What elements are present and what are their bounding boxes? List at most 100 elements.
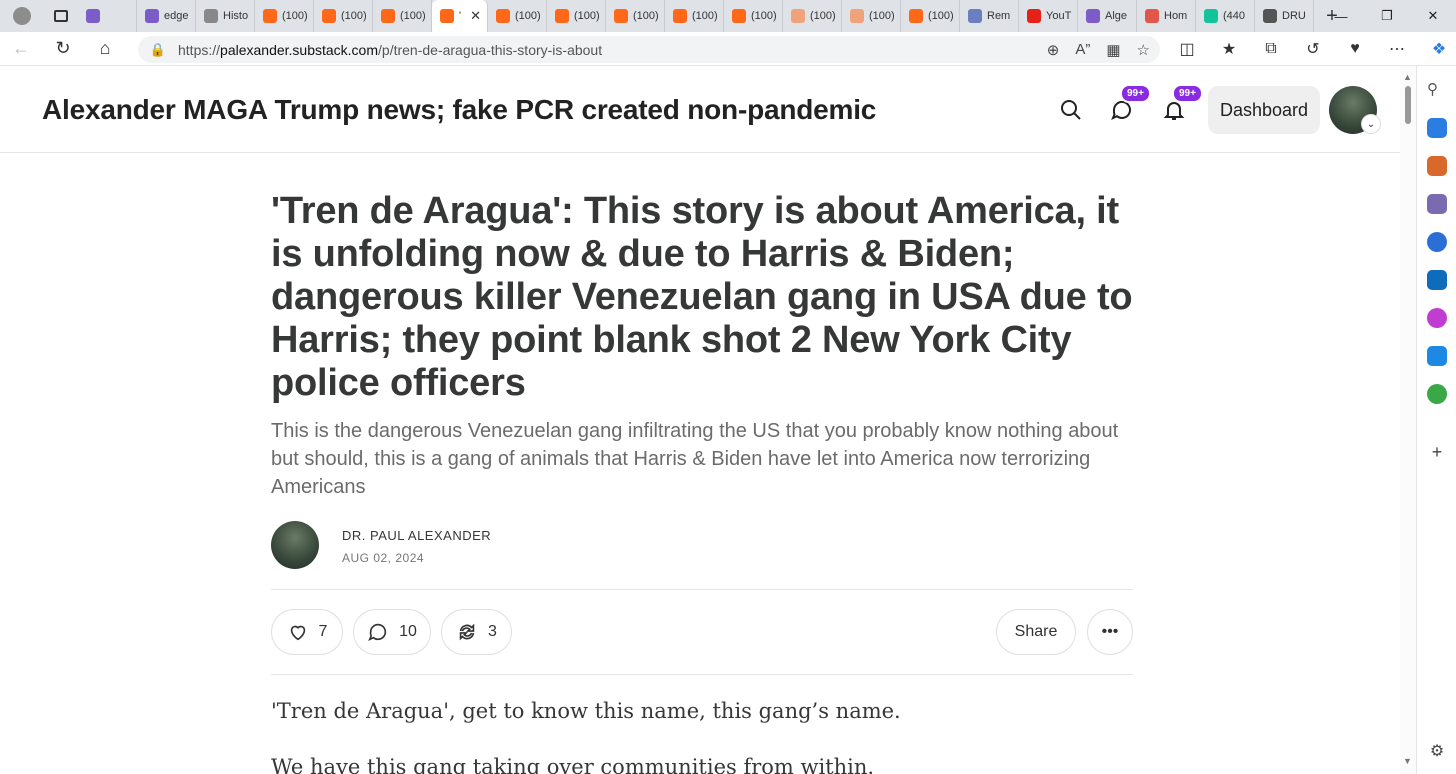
browser-tab[interactable]: (440 [1196, 0, 1255, 32]
outlook-icon[interactable] [1427, 270, 1447, 290]
home-button[interactable]: ⌂ [84, 32, 126, 66]
substack-icon [322, 9, 336, 23]
restack-count: 3 [488, 623, 497, 640]
substack-icon [732, 9, 746, 23]
browser-tab-strip: edge Histo (100) (100) (100) ' ✕ (100) (100) (100… [0, 0, 1456, 32]
scroll-down-icon[interactable]: ▼ [1403, 756, 1412, 766]
games-icon[interactable] [1427, 194, 1447, 214]
notifications-button[interactable]: 99+ [1160, 84, 1203, 124]
browser-tab[interactable]: DRU [1255, 0, 1314, 32]
browser-tab[interactable]: Hom [1137, 0, 1196, 32]
browser-tab[interactable]: (100) [842, 0, 901, 32]
tab-actions-button[interactable] [44, 0, 78, 32]
substack-icon [381, 9, 395, 23]
url-text[interactable]: https://palexander.substack.com/p/tren-d… [178, 42, 602, 58]
browser-tab[interactable]: ' ✕ [432, 0, 488, 32]
tab-label: (100) [692, 10, 718, 22]
yahoo-icon [86, 9, 100, 23]
comment-icon [368, 623, 387, 641]
browser-tab[interactable]: (100) [665, 0, 724, 32]
m365-icon[interactable] [1427, 232, 1447, 252]
tools-icon[interactable] [1427, 156, 1447, 176]
restack-button[interactable]: 3 [441, 609, 512, 655]
browser-tab[interactable]: (100) [901, 0, 960, 32]
designer-icon[interactable] [1427, 308, 1447, 328]
lock-icon[interactable]: 🔒 [138, 42, 178, 58]
search-icon[interactable]: ⚲ [1427, 80, 1447, 100]
substack-icon [614, 9, 628, 23]
split-screen-icon[interactable]: ◫ [1166, 32, 1208, 66]
tab-label: (100) [751, 10, 777, 22]
substack-icon [850, 9, 864, 23]
sidebar-settings-icon[interactable]: ⚙ [1427, 742, 1447, 762]
like-button[interactable]: 7 [271, 609, 343, 655]
tree-icon[interactable] [1427, 384, 1447, 404]
copilot-icon[interactable]: ❖ [1418, 32, 1456, 66]
tab-list: edge Histo (100) (100) (100) ' ✕ (100) (100) (100… [78, 0, 1314, 32]
minimize-button[interactable]: — [1318, 0, 1364, 32]
browser-tab[interactable]: (100) [724, 0, 783, 32]
browser-essentials-icon[interactable]: ♥ [1334, 32, 1376, 66]
comment-count: 10 [399, 623, 417, 640]
tab-label: (100) [928, 10, 954, 22]
zoom-icon[interactable]: ⊕ [1047, 41, 1060, 59]
browser-tab[interactable]: (100) [314, 0, 373, 32]
tab-label: (100) [400, 10, 426, 22]
address-bar[interactable]: 🔒 https://palexander.substack.com/p/tren… [138, 36, 1160, 63]
search-icon [1061, 100, 1081, 120]
tab-label: DRU [1282, 10, 1306, 22]
chat-button[interactable]: 99+ [1108, 84, 1151, 124]
grammarly-icon [1204, 9, 1218, 23]
profile-icon [13, 7, 31, 25]
history-icon [204, 9, 218, 23]
collections-icon[interactable]: ⧉ [1250, 32, 1292, 66]
telegram-icon[interactable] [1427, 346, 1447, 366]
notifications-badge: 99+ [1172, 84, 1203, 103]
shopping-icon[interactable] [1427, 118, 1447, 138]
browser-tab[interactable]: (100) [606, 0, 665, 32]
read-aloud-icon[interactable]: A” [1075, 41, 1090, 58]
browser-tab[interactable]: (100) [255, 0, 314, 32]
browser-tab[interactable]: YouT [1019, 0, 1078, 32]
back-button[interactable]: ← [0, 32, 42, 66]
dashboard-button[interactable]: Dashboard [1208, 86, 1320, 134]
site-title[interactable]: Alexander MAGA Trump news; fake PCR crea… [42, 94, 876, 126]
ellipsis-icon: ••• [1101, 623, 1119, 640]
chevron-down-icon[interactable]: ⌄ [1361, 114, 1381, 134]
substack-icon [440, 9, 454, 23]
browser-tab[interactable]: (100) [373, 0, 432, 32]
history-icon[interactable]: ↺ [1292, 32, 1334, 66]
browser-tab[interactable]: (100) [547, 0, 606, 32]
immersive-reader-icon[interactable]: ▦ [1106, 41, 1120, 59]
youtube-icon [1027, 9, 1041, 23]
browser-tab[interactable]: Histo [196, 0, 255, 32]
favorites-icon[interactable]: ★ [1208, 32, 1250, 66]
scrollbar-thumb[interactable] [1405, 86, 1411, 124]
browser-tab[interactable]: (100) [783, 0, 842, 32]
more-options-button[interactable]: ••• [1087, 609, 1133, 655]
page-scrollbar[interactable]: ▲ ▼ [1400, 66, 1416, 774]
author-avatar[interactable] [271, 521, 319, 569]
search-button[interactable] [1057, 96, 1085, 124]
browser-toolbar: ← ↻ ⌂ 🔒 https://palexander.substack.com/… [0, 32, 1456, 66]
browser-tab[interactable]: Rem [960, 0, 1019, 32]
profile-button[interactable] [0, 0, 44, 32]
scroll-up-icon[interactable]: ▲ [1403, 72, 1412, 82]
browser-tab[interactable] [78, 0, 137, 32]
more-menu-icon[interactable]: ⋯ [1376, 32, 1418, 66]
refresh-button[interactable]: ↻ [42, 32, 84, 66]
share-button[interactable]: Share [996, 609, 1076, 655]
add-sidebar-app-icon[interactable]: + [1427, 442, 1447, 462]
tab-label: (100) [810, 10, 836, 22]
close-tab-icon[interactable]: ✕ [470, 8, 481, 24]
favorite-star-icon[interactable]: ☆ [1137, 41, 1150, 59]
author-name[interactable]: DR. PAUL ALEXANDER [342, 528, 491, 543]
post-date: AUG 02, 2024 [342, 551, 425, 565]
browser-tab[interactable]: Alge [1078, 0, 1137, 32]
restore-button[interactable]: ❐ [1364, 0, 1410, 32]
browser-tab[interactable]: (100) [488, 0, 547, 32]
comment-button[interactable]: 10 [353, 609, 431, 655]
browser-tab[interactable]: edge [137, 0, 196, 32]
close-window-button[interactable]: ✕ [1410, 0, 1456, 32]
tab-label: (100) [341, 10, 367, 22]
